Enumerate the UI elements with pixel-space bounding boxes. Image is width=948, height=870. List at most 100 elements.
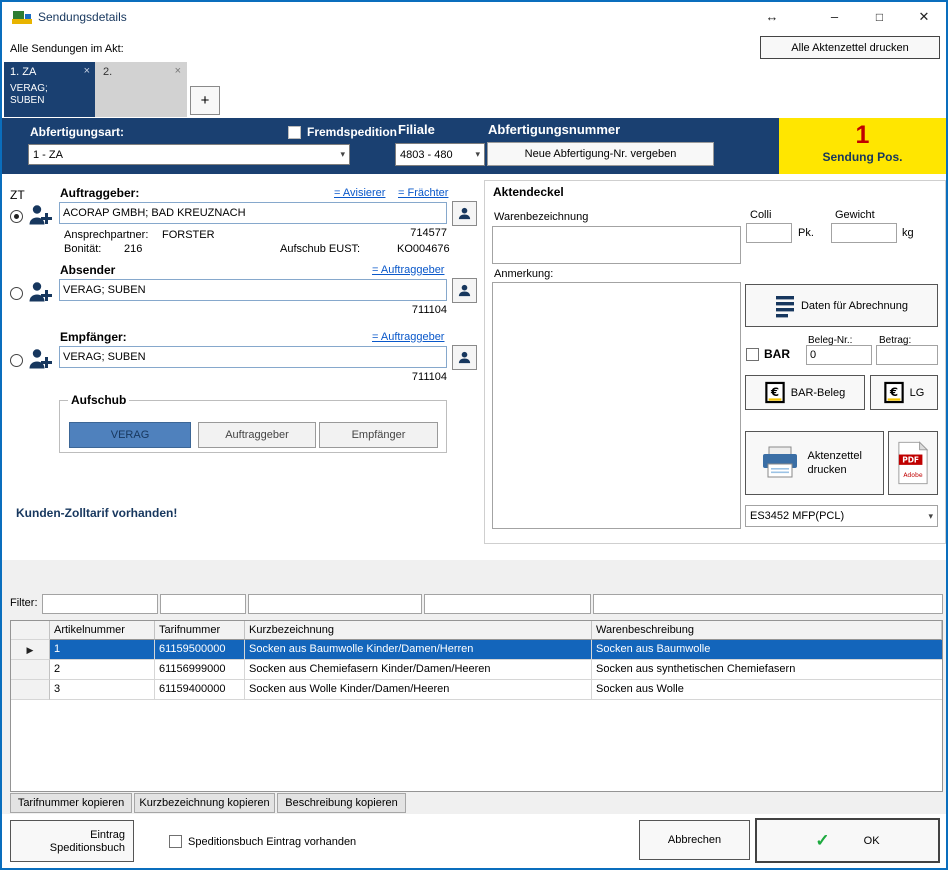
- aufschub-empfaenger-button[interactable]: Empfänger: [319, 422, 438, 448]
- empfaenger-auftraggeber-link[interactable]: = Auftraggeber: [372, 331, 444, 343]
- filter-input-5[interactable]: [593, 594, 943, 614]
- gewicht-input[interactable]: [831, 223, 897, 243]
- cell-artikelnummer[interactable]: 2: [50, 660, 155, 680]
- abfertigungsart-select[interactable]: 1 - ZA: [28, 144, 350, 165]
- empfaenger-input[interactable]: [59, 346, 447, 368]
- aktenzettel-drucken-button[interactable]: Aktenzettel drucken: [745, 431, 884, 495]
- add-tab-button[interactable]: +: [190, 86, 220, 115]
- eintrag-speditionsbuch-button[interactable]: Eintrag Speditionsbuch: [10, 820, 134, 862]
- copy-beschreibung-button[interactable]: Beschreibung kopieren: [277, 793, 406, 813]
- printer-select[interactable]: ES3452 MFP(PCL): [745, 505, 938, 527]
- table-row[interactable]: ▶ 1 61159500000 Socken aus Baumwolle Kin…: [11, 640, 942, 660]
- copy-tarifnummer-button[interactable]: Tarifnummer kopieren: [10, 793, 132, 813]
- filiale-value: 4803 - 480: [400, 149, 453, 161]
- bar-beleg-button[interactable]: € BAR-Beleg: [745, 375, 865, 410]
- bar-label: BAR: [764, 347, 790, 361]
- absender-auftraggeber-link[interactable]: = Auftraggeber: [372, 264, 444, 276]
- filter-input-1[interactable]: [42, 594, 158, 614]
- auftraggeber-lookup-button[interactable]: [452, 201, 477, 226]
- avisierer-link[interactable]: = Avisierer: [334, 187, 385, 199]
- speditionsbuch-checkbox[interactable]: [169, 835, 182, 848]
- kg-label: kg: [902, 227, 914, 239]
- cell-warenbeschreibung[interactable]: Socken aus synthetischen Chemiefasern: [592, 660, 942, 680]
- cell-kurzbezeichnung[interactable]: Socken aus Wolle Kinder/Damen/Heeren: [245, 680, 592, 700]
- tab1-close-icon[interactable]: ×: [84, 65, 90, 77]
- ok-check-icon: ✓: [815, 831, 829, 851]
- maximize-button[interactable]: □: [857, 2, 902, 32]
- resize-icon[interactable]: ↔: [754, 2, 790, 32]
- filter-input-4[interactable]: [424, 594, 591, 614]
- daten-fuer-abrechnung-button[interactable]: Daten für Abrechnung: [745, 284, 938, 327]
- aufschub-verag-button[interactable]: VERAG: [69, 422, 191, 448]
- absender-radio[interactable]: [10, 287, 23, 300]
- cell-kurzbezeichnung[interactable]: Socken aus Chemiefasern Kinder/Damen/Hee…: [245, 660, 592, 680]
- tab-shipment-2[interactable]: 2. ×: [95, 62, 187, 117]
- tab1-subtitle-2: SUBEN: [10, 95, 44, 106]
- column-header-artikelnummer[interactable]: Artikelnummer: [50, 621, 155, 640]
- cell-tarifnummer[interactable]: 61156999000: [155, 660, 245, 680]
- svg-text:€: €: [770, 385, 779, 399]
- fremdspedition-checkbox[interactable]: [288, 126, 301, 139]
- absender-input[interactable]: [59, 279, 447, 301]
- tab-shipment-1[interactable]: 1. ZA × VERAG; SUBEN: [4, 62, 95, 117]
- auftraggeber-input[interactable]: [59, 202, 447, 224]
- bar-checkbox[interactable]: [746, 348, 759, 361]
- column-header-kurzbezeichnung[interactable]: Kurzbezeichnung: [245, 621, 592, 640]
- minimize-button[interactable]: –: [812, 2, 857, 32]
- copy-kurzbezeichnung-button[interactable]: Kurzbezeichnung kopieren: [134, 793, 275, 813]
- empfaenger-label: Empfänger:: [60, 330, 127, 344]
- colli-input[interactable]: [746, 223, 792, 243]
- lg-button[interactable]: € LG: [870, 375, 938, 410]
- bonitaet-label: Bonität:: [64, 243, 101, 255]
- sendung-position-panel: 1 Sendung Pos.: [779, 118, 946, 174]
- filter-input-2[interactable]: [160, 594, 246, 614]
- speditionsbuch-checkbox-label: Speditionsbuch Eintrag vorhanden: [188, 836, 356, 848]
- column-header-tarifnummer[interactable]: Tarifnummer: [155, 621, 245, 640]
- add-person-icon[interactable]: [28, 203, 52, 227]
- neue-abfertigungsnummer-button[interactable]: Neue Abfertigung-Nr. vergeben: [487, 142, 714, 166]
- aufschub-auftraggeber-button[interactable]: Auftraggeber: [198, 422, 316, 448]
- row-selector-cell[interactable]: [11, 660, 50, 680]
- pdf-export-button[interactable]: PDF Adobe: [888, 431, 938, 495]
- app-icon: [12, 10, 32, 25]
- colli-label: Colli: [750, 209, 771, 221]
- cell-tarifnummer[interactable]: 61159500000: [155, 640, 245, 660]
- row-selector-cell[interactable]: [11, 680, 50, 700]
- filiale-select[interactable]: 4803 - 480: [395, 143, 485, 166]
- abfertigungsart-value: 1 - ZA: [33, 149, 63, 161]
- cell-artikelnummer[interactable]: 1: [50, 640, 155, 660]
- ansprechpartner-value: FORSTER: [162, 229, 215, 241]
- cell-kurzbezeichnung[interactable]: Socken aus Baumwolle Kinder/Damen/Herren: [245, 640, 592, 660]
- cell-artikelnummer[interactable]: 3: [50, 680, 155, 700]
- anmerkung-textarea[interactable]: [492, 282, 741, 529]
- add-person-icon[interactable]: [28, 280, 52, 304]
- warenbezeichnung-input[interactable]: [492, 226, 741, 264]
- add-person-icon[interactable]: [28, 347, 52, 371]
- empfaenger-lookup-button[interactable]: [452, 345, 477, 370]
- print-all-aktenzettel-button[interactable]: Alle Aktenzettel drucken: [760, 36, 940, 59]
- table-row[interactable]: 3 61159400000 Socken aus Wolle Kinder/Da…: [11, 680, 942, 700]
- absender-lookup-button[interactable]: [452, 278, 477, 303]
- absender-number: 711104: [402, 304, 447, 316]
- row-selector-arrow[interactable]: ▶: [11, 640, 50, 660]
- beleg-nr-input[interactable]: [806, 345, 872, 365]
- table-row[interactable]: 2 61156999000 Socken aus Chemiefasern Ki…: [11, 660, 942, 680]
- printer-select-value: ES3452 MFP(PCL): [750, 510, 844, 522]
- cell-warenbeschreibung[interactable]: Socken aus Baumwolle: [592, 640, 942, 660]
- person-icon: [457, 283, 472, 298]
- tab2-close-icon[interactable]: ×: [175, 65, 181, 77]
- sendung-position-label: Sendung Pos.: [779, 150, 946, 164]
- cancel-button[interactable]: Abbrechen: [639, 820, 750, 860]
- cell-warenbeschreibung[interactable]: Socken aus Wolle: [592, 680, 942, 700]
- cell-tarifnummer[interactable]: 61159400000: [155, 680, 245, 700]
- auftraggeber-radio[interactable]: [10, 210, 23, 223]
- empfaenger-radio[interactable]: [10, 354, 23, 367]
- gewicht-label: Gewicht: [835, 209, 875, 221]
- auftraggeber-label: Auftraggeber:: [60, 186, 139, 200]
- fraechter-link[interactable]: = Frächter: [398, 187, 448, 199]
- filter-input-3[interactable]: [248, 594, 422, 614]
- betrag-input[interactable]: [876, 345, 938, 365]
- close-button[interactable]: ✕: [902, 2, 946, 32]
- ok-button[interactable]: ✓ OK: [755, 818, 940, 863]
- column-header-warenbeschreibung[interactable]: Warenbeschreibung: [592, 621, 942, 640]
